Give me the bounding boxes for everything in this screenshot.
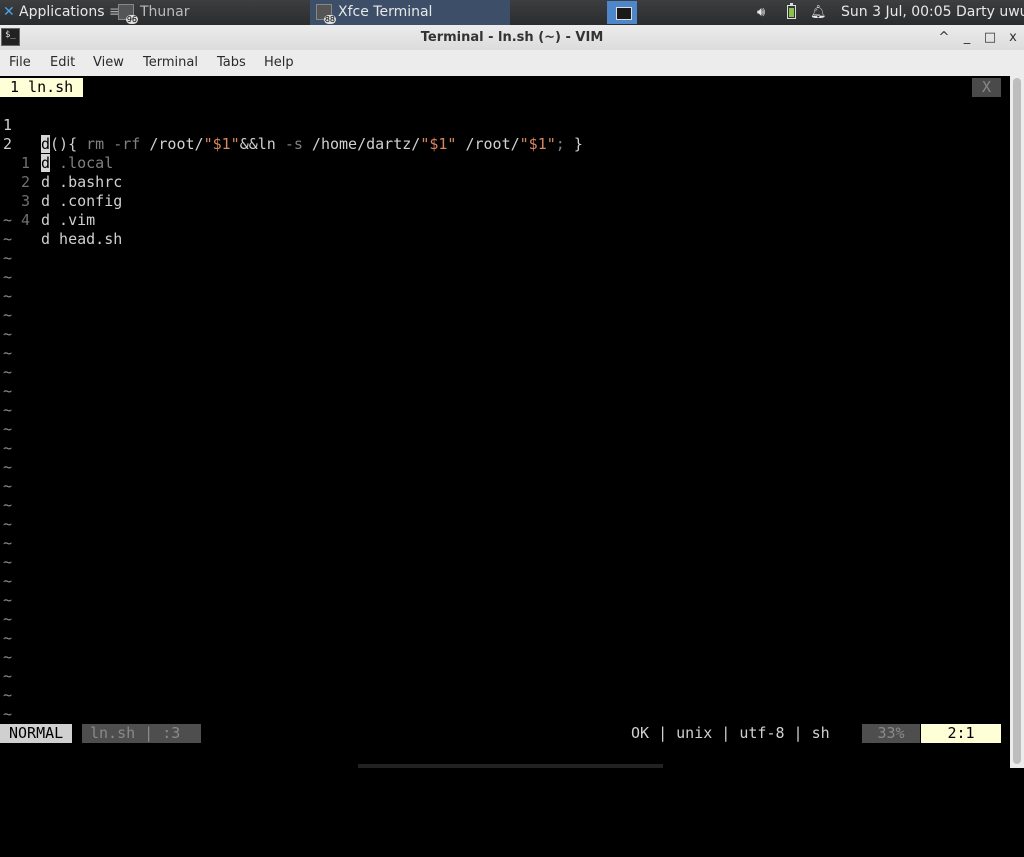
clock[interactable]: Sun 3 Jul, 00:05 [841,0,952,25]
applications-label: Applications [19,4,105,20]
taskbar-thunar[interactable]: 96 Thunar [112,0,308,25]
minimize-button[interactable]: _ [957,25,977,50]
code-line-4[interactable]: 2 d .config [0,154,1001,210]
vim-status-position: 2:1 [921,724,1001,743]
tilde-line: ~ [3,591,13,609]
taskbar-terminal-label: Xfce Terminal [338,4,433,20]
tilde-line: ~ [3,439,13,457]
terminal-scrollbar[interactable] [1010,76,1024,768]
shade-button[interactable]: ^ [934,25,954,50]
thunar-icon: 96 [118,4,138,24]
tilde-line: ~ [3,382,13,400]
code-line-6[interactable]: 4 d head.sh [0,192,1001,248]
menu-view[interactable]: View [93,50,124,76]
tilde-line: ~ [3,211,13,229]
maximize-button[interactable]: □ [980,25,1000,50]
menu-help[interactable]: Help [264,50,294,76]
tilde-line: ~ [3,458,13,476]
tilde-line: ~ [3,287,13,305]
tilde-line: ~ [3,325,13,343]
vim-status-fileinfo: OK | unix | utf-8 | sh [631,724,830,742]
tilde-line: ~ [3,306,13,324]
vim-status-filename: ln.sh | :3 [82,724,201,743]
tilde-line: ~ [3,401,13,419]
tilde-line: ~ [3,477,13,495]
taskbar-thunar-label: Thunar [140,4,190,20]
vim-tab-lnsh[interactable]: 1 ln.sh [0,78,84,97]
tilde-line: ~ [3,705,13,723]
xfce-logo-icon: ✕ [3,4,15,20]
vim-tabline: 1 ln.sh X [0,78,1001,97]
tilde-line: ~ [3,420,13,438]
vim-statusline: NORMAL ln.sh | :3 OK | unix | utf-8 | sh… [0,724,1001,743]
menu-terminal[interactable]: Terminal [143,50,198,76]
terminal-icon: 88 [316,4,336,24]
taskbar-terminal[interactable]: 88 Xfce Terminal [310,0,510,25]
menu-file[interactable]: File [9,50,31,76]
menu-tabs[interactable]: Tabs [217,50,246,76]
window-title: Terminal - ln.sh (~) - VIM [420,30,604,45]
tilde-line: ~ [3,610,13,628]
battery-icon[interactable] [787,3,796,19]
vim-tab-close-button[interactable]: X [972,78,1001,97]
menubar: File Edit View Terminal Tabs Help [0,50,1024,76]
code-line-1[interactable]: 1 d(){ rm -rf /root/"$1"&&ln -s /home/da… [0,97,1001,153]
tilde-line: ~ [3,496,13,514]
terminal-area[interactable]: 1 ln.sh X 1 d(){ rm -rf /root/"$1"&&ln -… [0,76,1010,768]
code-line-2[interactable]: 2 d .local [0,116,1001,172]
tilde-line: ~ [3,230,13,248]
code-line-5[interactable]: 3 d .vim [0,173,1001,229]
scrollbar-thumb[interactable] [1013,78,1021,764]
tilde-line: ~ [3,344,13,362]
vim-mode: NORMAL [0,724,73,743]
tilde-line: ~ [3,249,13,267]
top-panel: ✕ Applications ≡ 96 Thunar 88 Xfce Terminal… [0,0,1024,25]
vim-status-percent: 33% [862,724,920,743]
tilde-line: ~ [3,686,13,704]
menu-edit[interactable]: Edit [50,50,75,76]
tilde-line: ~ [3,667,13,685]
code-line-3[interactable]: 1 d .bashrc [0,135,1001,191]
tilde-line: ~ [3,629,13,647]
command-line-divider [358,764,663,768]
window-titlebar[interactable]: $_ Terminal - ln.sh (~) - VIM ^ _ □ x [0,25,1024,50]
bell-icon[interactable]: 🔔︎ [810,0,827,25]
workspace-window-icon [616,7,632,20]
tilde-line: ~ [3,515,13,533]
tilde-line: ~ [3,572,13,590]
volume-icon[interactable]: 🔊︎ [757,0,765,25]
tilde-line: ~ [3,534,13,552]
tilde-line: ~ [3,648,13,666]
tilde-line: ~ [3,363,13,381]
applications-menu-button[interactable]: ✕ Applications ≡ [0,0,121,25]
workspace-switcher[interactable] [605,0,639,25]
user-menu[interactable]: Darty uwu [956,0,1024,25]
tilde-line: ~ [3,553,13,571]
close-button[interactable]: x [1003,25,1023,50]
tilde-line: ~ [3,268,13,286]
